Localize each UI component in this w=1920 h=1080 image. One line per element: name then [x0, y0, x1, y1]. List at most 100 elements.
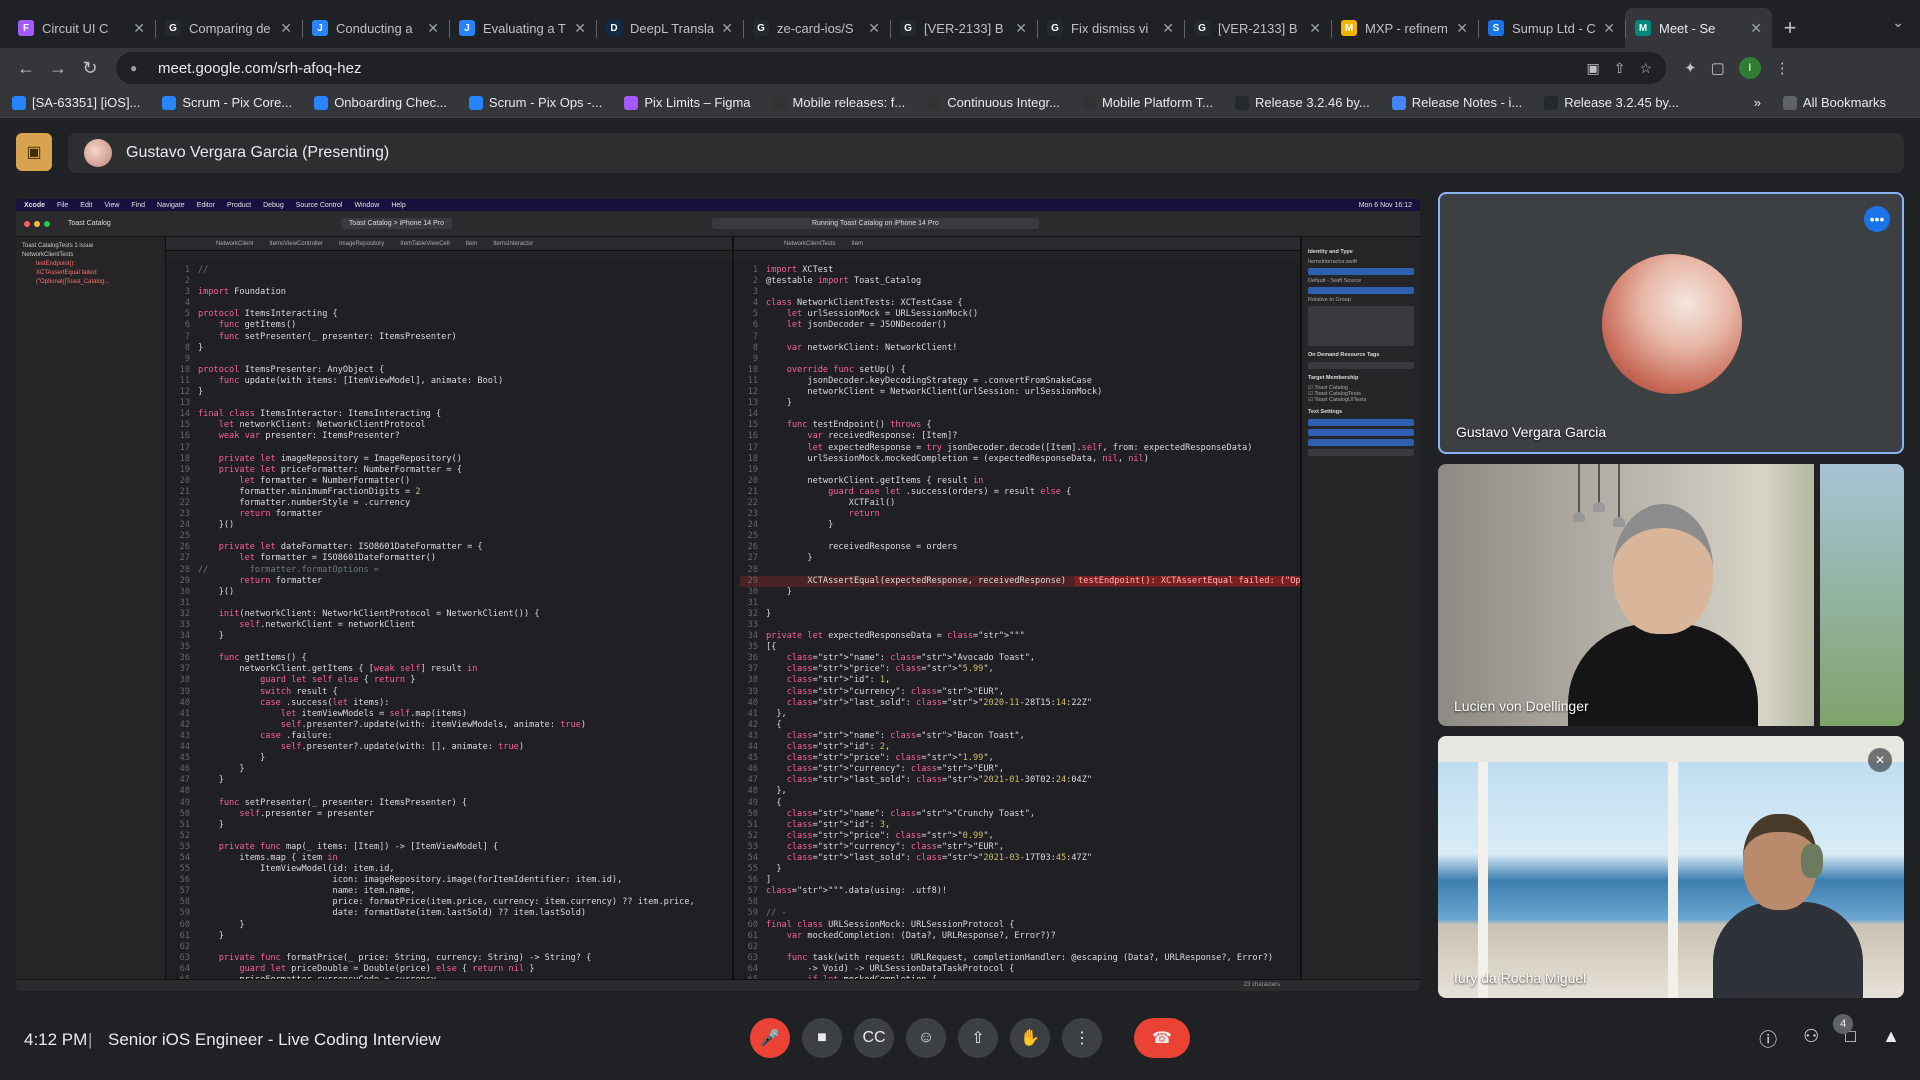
code-line[interactable]: 64 guard let priceDouble = Double(price)…	[172, 964, 732, 975]
editor-tab[interactable]: ItemsInteractor	[493, 241, 533, 247]
browser-tab[interactable]: G [VER-2133] B ✕	[1184, 8, 1331, 48]
code-line[interactable]: 36 func getItems() {	[172, 653, 732, 664]
mic-off-icon[interactable]: 🎤	[750, 1018, 790, 1058]
camera-icon[interactable]: ▣	[1586, 60, 1599, 77]
share-icon[interactable]: ⇧	[1614, 60, 1626, 77]
mac-menu-item[interactable]: Navigate	[157, 202, 185, 209]
target-checkbox[interactable]: ☑ Toast CatalogUITests	[1308, 397, 1414, 403]
site-info-icon[interactable]: ●	[130, 61, 148, 75]
navigator-row[interactable]: Toast CatalogTests 1 issue	[22, 243, 159, 249]
editor-tab[interactable]: NetworkClient	[216, 241, 253, 247]
code-line[interactable]: 59 // -	[740, 908, 1300, 919]
present-screen-icon[interactable]: ⇧	[958, 1018, 998, 1058]
code-line[interactable]: 42 {	[740, 720, 1300, 731]
code-line[interactable]: 7 func setPresenter(_ presenter: ItemsPr…	[172, 332, 732, 343]
stop-presenting-icon[interactable]: ▣	[16, 133, 52, 171]
browser-tab[interactable]: J Evaluating a T ✕	[449, 8, 596, 48]
browser-tab[interactable]: Gze-card-ios/S ✕	[743, 8, 890, 48]
code-line[interactable]: 10 override func setUp() {	[740, 365, 1300, 376]
mac-menu-item[interactable]: Help	[391, 202, 405, 209]
code-line[interactable]: 28 // formatter.formatOptions =	[172, 565, 732, 576]
emoji-icon[interactable]: ☺	[906, 1018, 946, 1058]
code-line[interactable]: 60 }	[172, 920, 732, 931]
extensions-icon[interactable]: ✦	[1684, 59, 1697, 77]
code-line[interactable]: 16 var receivedResponse: [Item]?	[740, 431, 1300, 442]
code-line[interactable]: 39 class="str">"currency": class="str">"…	[740, 687, 1300, 698]
reload-icon[interactable]: ↻	[74, 52, 106, 84]
close-tab-icon[interactable]: ✕	[1015, 20, 1027, 37]
code-line[interactable]: 7	[740, 332, 1300, 343]
code-line[interactable]: 54 class="str">"last_sold": class="str">…	[740, 853, 1300, 864]
code-line[interactable]: 18 urlSessionMock.mockedCompletion = (ex…	[740, 454, 1300, 465]
more-bookmarks-button[interactable]: »	[1754, 95, 1761, 110]
code-line[interactable]: 36 class="str">"name": class="str">"Avoc…	[740, 653, 1300, 664]
code-line[interactable]: 29 return formatter	[172, 576, 732, 587]
navigator-row[interactable]: ("Optional([Toast_Catalog...	[36, 279, 159, 285]
code-line[interactable]: 3 import Foundation	[172, 287, 732, 298]
editor-tab[interactable]: ImageRepository	[339, 241, 384, 247]
menu-icon[interactable]: ⋮	[1775, 59, 1790, 77]
code-line[interactable]: 17 let expectedResponse = try jsonDecode…	[740, 443, 1300, 454]
code-line[interactable]: 63 private func formatPrice(_ price: Str…	[172, 953, 732, 964]
navigator-row[interactable]: testEndpoint():	[36, 261, 159, 267]
code-line[interactable]: 37 class="str">"price": class="str">"5.9…	[740, 664, 1300, 675]
camera-icon[interactable]: ■	[802, 1018, 842, 1058]
browser-tab[interactable]: F Circuit UI C ✕	[8, 8, 155, 48]
navigator-row[interactable]: XCTAssertEqual failed:	[36, 270, 159, 276]
close-tab-icon[interactable]: ✕	[133, 20, 145, 37]
code-line[interactable]: 5 let urlSessionMock = URLSessionMock()	[740, 309, 1300, 320]
code-line[interactable]: 41 let itemViewModels = self.map(items)	[172, 709, 732, 720]
code-line[interactable]: 19	[740, 465, 1300, 476]
editor-tab[interactable]: ItemTableViewCell	[400, 241, 449, 247]
mac-menu-item[interactable]: Source Control	[296, 202, 343, 209]
code-line[interactable]: 60 final class URLSessionMock: URLSession…	[740, 920, 1300, 931]
code-line[interactable]: 9	[740, 354, 1300, 365]
code-line[interactable]: 51 class="str">"id": 3,	[740, 820, 1300, 831]
sidepanel-icon[interactable]: ▢	[1711, 59, 1725, 77]
activities-icon[interactable]: ▲	[1882, 1026, 1900, 1052]
code-line[interactable]: 42 self.presenter?.update(with: itemView…	[172, 720, 732, 731]
mac-menu-item[interactable]: Debug	[263, 202, 284, 209]
mac-menu-item[interactable]: Find	[131, 202, 145, 209]
scheme-selector[interactable]: Toast Catalog > iPhone 14 Pro	[340, 218, 452, 229]
bookmark-star-icon[interactable]: ☆	[1639, 60, 1652, 77]
back-icon[interactable]: ←	[10, 52, 42, 84]
editor-tab[interactable]: Item	[466, 241, 478, 247]
code-line[interactable]: 16 weak var presenter: ItemsPresenter?	[172, 431, 732, 442]
close-tab-icon[interactable]: ✕	[868, 20, 880, 37]
navigator-row[interactable]: NetworkClientTests	[22, 252, 159, 258]
code-line[interactable]: 45 class="str">"price": class="str">"1.9…	[740, 753, 1300, 764]
code-line[interactable]: 26 receivedResponse = orders	[740, 542, 1300, 553]
raise-hand-icon[interactable]: ✋	[1010, 1018, 1050, 1058]
code-line[interactable]: 40 class="str">"last_sold": class="str">…	[740, 698, 1300, 709]
code-line[interactable]: 48 },	[740, 786, 1300, 797]
close-tab-icon[interactable]: ✕	[1456, 20, 1468, 37]
code-line[interactable]: 43 class="str">"name": class="str">"Baco…	[740, 731, 1300, 742]
mac-menu-item[interactable]: Xcode	[24, 202, 45, 209]
code-line[interactable]: 10 protocol ItemsPresenter: AnyObject {	[172, 365, 732, 376]
bookmark-item[interactable]: [SA-63351] [iOS]...	[12, 95, 140, 110]
code-line[interactable]: 37 networkClient.getItems { [weak self] …	[172, 664, 732, 675]
code-line[interactable]: 53 private func map(_ items: [Item]) -> …	[172, 842, 732, 853]
code-line[interactable]: 27 let formatter = ISO8601DateFormatter(…	[172, 553, 732, 564]
mac-menu-item[interactable]: View	[104, 202, 119, 209]
code-line[interactable]: 19 private let priceFormatter: NumberFor…	[172, 465, 732, 476]
mac-menu-item[interactable]: Editor	[197, 202, 215, 209]
code-line[interactable]: 44 class="str">"id": 2,	[740, 742, 1300, 753]
code-line[interactable]: 44 self.presenter?.update(with: [], anim…	[172, 742, 732, 753]
code-line[interactable]: 59 date: formatDate(item.lastSold) ?? it…	[172, 908, 732, 919]
bookmark-item[interactable]: Onboarding Chec...	[314, 95, 447, 110]
code-line[interactable]: 21 guard case let .success(orders) = res…	[740, 487, 1300, 498]
close-tab-icon[interactable]: ✕	[721, 20, 733, 37]
editor-tab[interactable]: Item	[851, 241, 863, 247]
code-line[interactable]: 57 name: item.name,	[172, 886, 732, 897]
code-line[interactable]: 32 init(networkClient: NetworkClientProt…	[172, 609, 732, 620]
code-line[interactable]: 4	[172, 298, 732, 309]
code-line[interactable]: 40 case .success(let items):	[172, 698, 732, 709]
browser-tab[interactable]: G Fix dismiss vi ✕	[1037, 8, 1184, 48]
code-line[interactable]: 14 final class ItemsInteractor: ItemsInte…	[172, 409, 732, 420]
code-line[interactable]: 35	[172, 642, 732, 653]
tab-search-icon[interactable]: ⌄	[1892, 14, 1904, 31]
code-line[interactable]: 32}	[740, 609, 1300, 620]
bookmark-item[interactable]: Mobile Platform T...	[1082, 95, 1213, 110]
